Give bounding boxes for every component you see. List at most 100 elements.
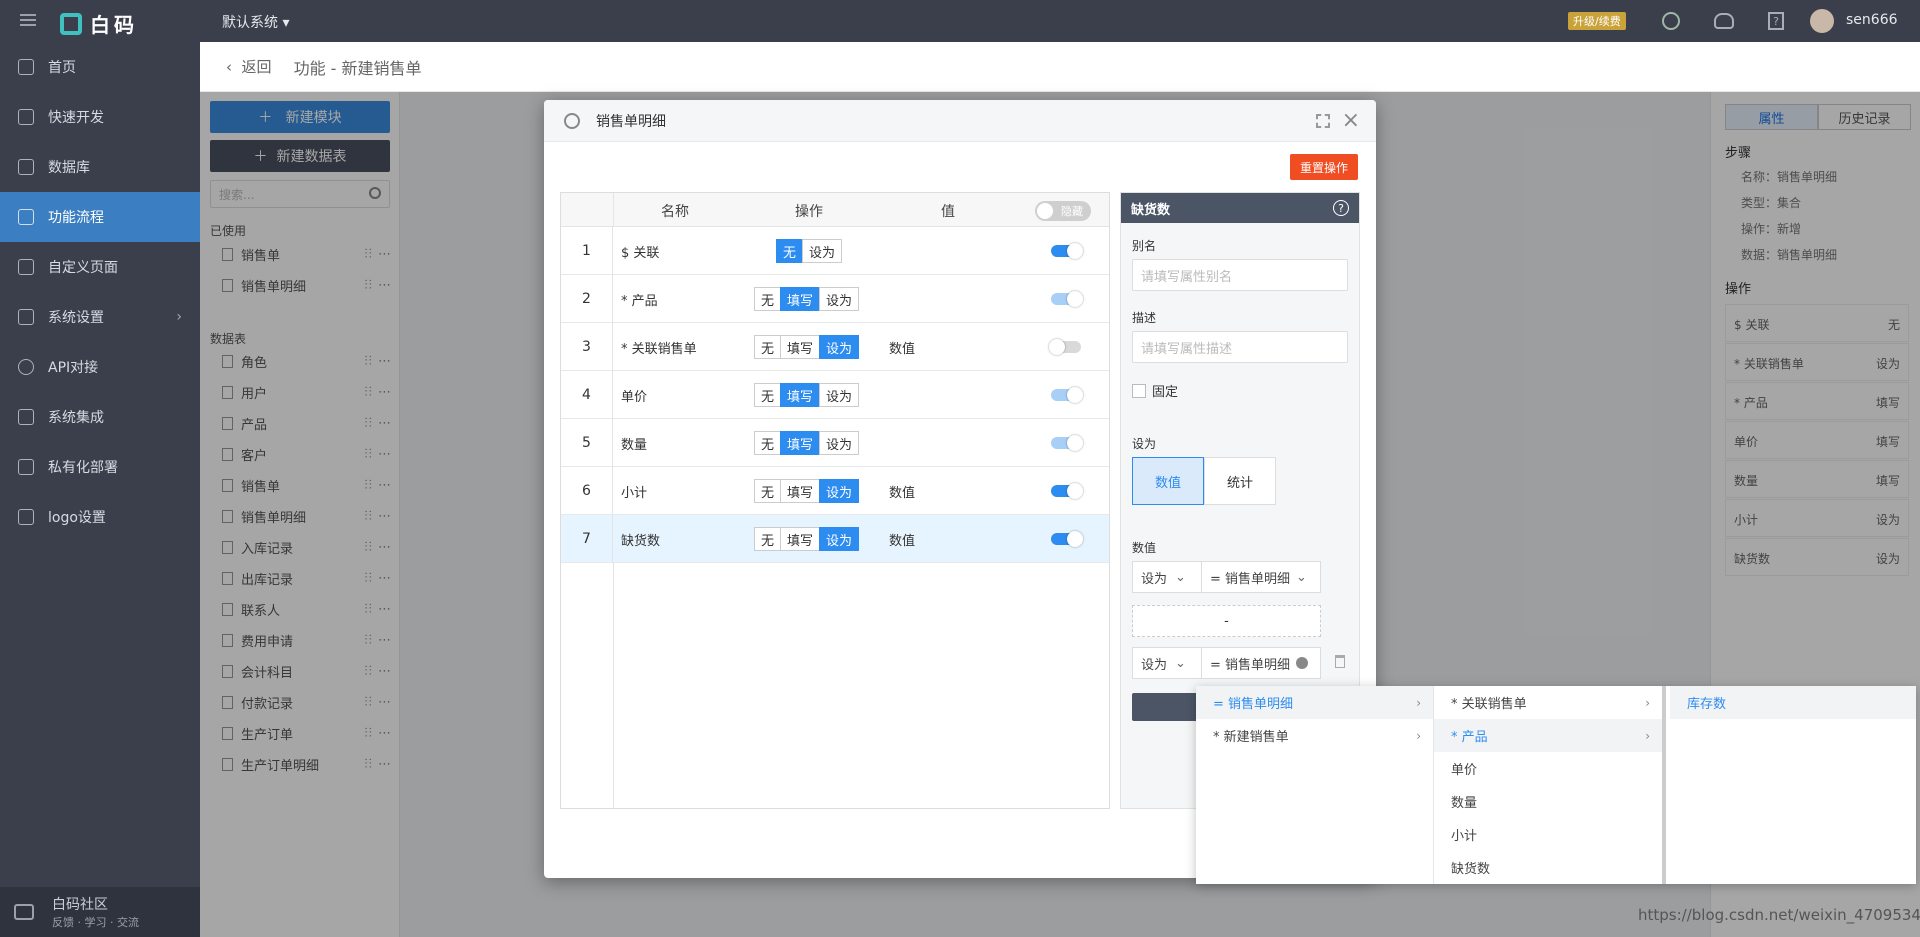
op-option[interactable]: 设为: [802, 239, 843, 263]
op-option[interactable]: 设为: [819, 383, 860, 407]
cascader-option[interactable]: 小计: [1434, 818, 1662, 851]
visibility-toggle[interactable]: [1051, 387, 1083, 403]
op-option[interactable]: 填写: [780, 431, 821, 455]
chevron-down-icon: ⌄: [1175, 655, 1186, 671]
visibility-toggle[interactable]: [1051, 531, 1083, 547]
fixed-checkbox[interactable]: 固定: [1132, 381, 1178, 400]
target-select-2[interactable]: = 销售单明细: [1201, 647, 1321, 679]
nav-item-integration[interactable]: 系统集成: [0, 392, 200, 442]
visibility-toggle[interactable]: [1051, 291, 1083, 307]
row-name: 缺货数: [621, 533, 661, 549]
clear-icon[interactable]: [1296, 657, 1309, 669]
chart-icon: [18, 309, 34, 325]
visibility-toggle[interactable]: [1051, 483, 1083, 499]
upgrade-badge[interactable]: 升级/续费: [1568, 12, 1626, 30]
op-option[interactable]: 设为: [819, 335, 860, 359]
op-option[interactable]: 无: [776, 239, 804, 263]
row-name: * 关联销售单: [621, 341, 697, 357]
page-icon: [18, 259, 34, 275]
system-select[interactable]: 默认系统 ▾: [222, 12, 289, 32]
visibility-toggle[interactable]: [1051, 243, 1083, 259]
grid-row[interactable]: 7 缺货数 无填写 设为 数值: [561, 515, 1109, 563]
grid-row[interactable]: 2 * 产品 无填写 设为: [561, 275, 1109, 323]
community-link[interactable]: 白码社区 反馈 · 学习 · 交流: [0, 887, 200, 937]
op-select-2[interactable]: 设为 ⌄: [1132, 647, 1202, 679]
op-select-1[interactable]: 设为 ⌄: [1132, 561, 1202, 593]
op-option[interactable]: 填写: [780, 335, 821, 359]
nav-item-settings[interactable]: 系统设置 ›: [0, 292, 200, 342]
op-option[interactable]: 无: [754, 431, 782, 455]
alias-input[interactable]: 请填写属性别名: [1132, 259, 1348, 291]
grid-row[interactable]: 5 数量 无填写 设为: [561, 419, 1109, 467]
nav-item-custom-page[interactable]: 自定义页面: [0, 242, 200, 292]
cascader-option[interactable]: * 产品 ›: [1434, 719, 1662, 752]
nav-item-quick-dev[interactable]: 快速开发: [0, 92, 200, 142]
op-option[interactable]: 填写: [780, 287, 821, 311]
cascader-option[interactable]: * 新建销售单 ›: [1196, 719, 1433, 752]
cascader-option[interactable]: 库存数: [1670, 686, 1916, 719]
cascader-option[interactable]: * 关联销售单 ›: [1434, 686, 1662, 719]
avatar[interactable]: [1810, 9, 1834, 33]
op-option[interactable]: 无: [754, 527, 782, 551]
op-option[interactable]: 无: [754, 335, 782, 359]
op-option[interactable]: 无: [754, 383, 782, 407]
setas-option-stat[interactable]: 统计: [1204, 457, 1276, 505]
cascader-option[interactable]: 缺货数: [1434, 851, 1662, 884]
op-option[interactable]: 填写: [780, 383, 821, 407]
row-number: 6: [561, 467, 613, 515]
desc-label: 描述: [1132, 311, 1157, 325]
minus-operator[interactable]: -: [1132, 605, 1321, 637]
cascader-option[interactable]: 单价: [1434, 752, 1662, 785]
home-icon: [18, 59, 34, 75]
cascader-col-1: = 销售单明细 › * 新建销售单 ›: [1196, 686, 1434, 884]
grid-row[interactable]: 6 小计 无填写 设为 数值: [561, 467, 1109, 515]
cascader-option[interactable]: 数量: [1434, 785, 1662, 818]
target-select-1[interactable]: = 销售单明细 ⌄: [1201, 561, 1321, 593]
op-option[interactable]: 填写: [780, 479, 821, 503]
op-option[interactable]: 设为: [819, 527, 860, 551]
grid-row[interactable]: 3 * 关联销售单 无填写 设为 数值: [561, 323, 1109, 371]
cascader-option[interactable]: = 销售单明细 ›: [1196, 686, 1433, 719]
op-option[interactable]: 设为: [819, 287, 860, 311]
database-icon: [18, 159, 34, 175]
layers-icon: [18, 409, 34, 425]
lock-icon: [18, 459, 34, 475]
api-icon: [18, 359, 34, 375]
refresh-icon[interactable]: [564, 112, 580, 129]
grid-row[interactable]: 1 $ 关联 无设为: [561, 227, 1109, 275]
close-icon[interactable]: ×: [1342, 108, 1360, 133]
setas-option-value[interactable]: 数值: [1132, 457, 1204, 505]
nav-item-logo-settings[interactable]: logo设置: [0, 492, 200, 542]
hide-toggle[interactable]: 隐藏: [1035, 201, 1091, 221]
reset-button[interactable]: 重置操作: [1290, 154, 1358, 180]
desc-input[interactable]: 请填写属性描述: [1132, 331, 1348, 363]
nav-item-home[interactable]: 首页: [0, 42, 200, 92]
op-option[interactable]: 无: [754, 287, 782, 311]
menu-toggle-icon[interactable]: [20, 14, 36, 26]
row-number: 2: [561, 275, 613, 323]
op-option[interactable]: 无: [754, 479, 782, 503]
expand-icon[interactable]: [1316, 114, 1330, 128]
col-value: 值: [941, 204, 955, 220]
row-value: 数值: [889, 533, 916, 549]
alias-label: 别名: [1132, 239, 1157, 253]
nav-item-private-deploy[interactable]: 私有化部署: [0, 442, 200, 492]
help-circle-icon[interactable]: ?: [1333, 200, 1349, 216]
op-option[interactable]: 设为: [819, 479, 860, 503]
nav-item-workflow[interactable]: 功能流程: [0, 192, 200, 242]
nav-item-database[interactable]: 数据库: [0, 142, 200, 192]
visibility-toggle[interactable]: [1049, 339, 1081, 355]
chevron-right-icon: ›: [1416, 728, 1421, 743]
play-icon[interactable]: [1662, 12, 1680, 30]
op-option[interactable]: 设为: [819, 431, 860, 455]
grid-row[interactable]: 4 单价 无填写 设为: [561, 371, 1109, 419]
back-link[interactable]: ‹ 返回: [226, 56, 272, 77]
username[interactable]: sen666: [1846, 12, 1898, 28]
nav-item-api[interactable]: API对接: [0, 342, 200, 392]
top-bar: 白码 默认系统 ▾ 升级/续费 ? sen666: [0, 0, 1920, 42]
trash-icon[interactable]: [1335, 655, 1345, 668]
robot-icon[interactable]: [1714, 13, 1734, 29]
visibility-toggle[interactable]: [1051, 435, 1083, 451]
op-option[interactable]: 填写: [780, 527, 821, 551]
help-icon[interactable]: ?: [1768, 12, 1784, 30]
